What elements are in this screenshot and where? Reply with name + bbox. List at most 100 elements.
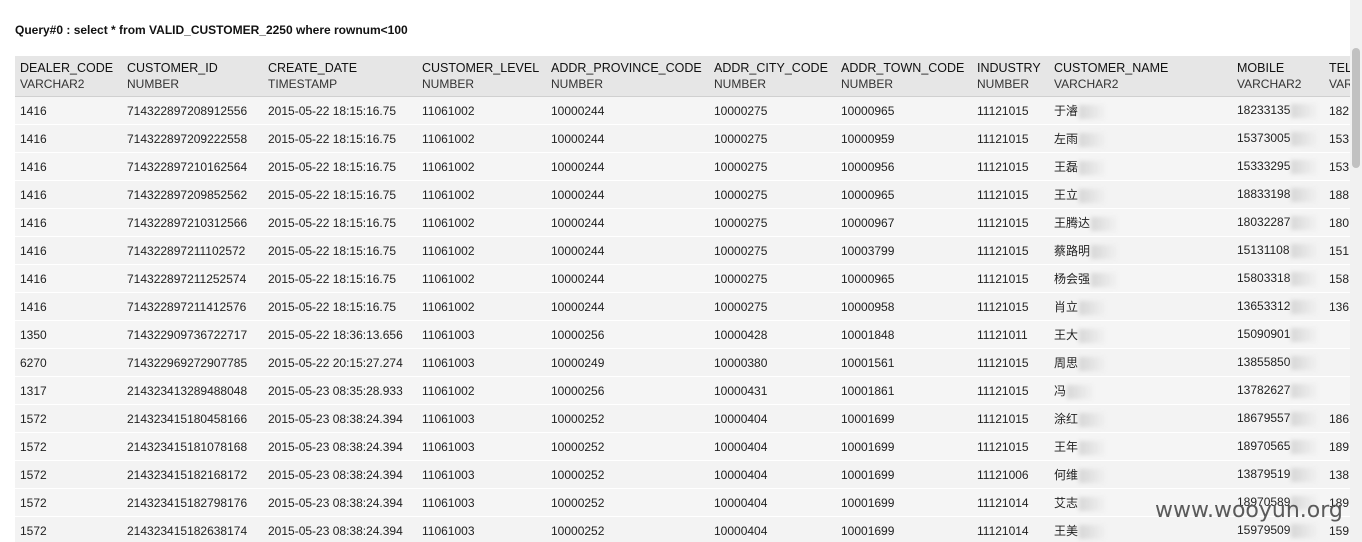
table-cell: 10000431 [709, 376, 836, 405]
redaction-blur [1079, 104, 1106, 119]
table-cell: 136 [1324, 292, 1350, 321]
cell-value: 153 [1329, 159, 1350, 174]
column-header[interactable]: INDUSTRY NUMBER [972, 56, 1049, 97]
table-row[interactable]: 1572 214323415180458166 2015-05-23 08:38:2… [15, 404, 1350, 433]
table-cell: 15373005 [1232, 124, 1324, 153]
table-cell: 10000404 [709, 460, 836, 489]
table-cell: 11061003 [417, 432, 546, 461]
table-cell: 714322897210162564 [122, 152, 263, 181]
column-name: TEL [1329, 61, 1350, 75]
table-row[interactable]: 1416 714322897210312566 2015-05-22 18:15:1… [15, 208, 1350, 237]
table-row[interactable]: 1572 214323415182638174 2015-05-23 08:38:2… [15, 516, 1350, 542]
cell-value: 1416 [20, 187, 47, 202]
column-header[interactable]: ADDR_TOWN_CODE NUMBER [836, 56, 972, 97]
column-header[interactable]: CUSTOMER_LEVEL NUMBER [417, 56, 546, 97]
scrollbar-thumb[interactable] [1352, 48, 1360, 168]
cell-value: 11061003 [422, 439, 475, 454]
table-cell: 11121014 [972, 516, 1049, 542]
table-cell: 11061003 [417, 516, 546, 542]
cell-value: 6270 [20, 355, 47, 370]
redaction-blur [1079, 524, 1106, 539]
cell-value: 10000256 [551, 383, 605, 398]
cell-value: 18233135 [1237, 103, 1291, 118]
cell-value: 2015-05-22 18:15:16.75 [268, 103, 397, 118]
cell-value: 10000252 [551, 523, 605, 538]
table-cell: 10000275 [709, 180, 836, 209]
table-cell: 2015-05-22 18:15:16.75 [263, 236, 417, 265]
table-cell: 2015-05-23 08:38:24.394 [263, 404, 417, 433]
table-row[interactable]: 1416 714322897211412576 2015-05-22 18:15:1… [15, 292, 1350, 321]
cell-value: 10000244 [551, 299, 605, 314]
table-row[interactable]: 1572 214323415182798176 2015-05-23 08:38:2… [15, 488, 1350, 517]
table-cell: 11121015 [972, 124, 1049, 153]
table-row[interactable]: 1317 214323413289488048 2015-05-23 08:35:2… [15, 376, 1350, 405]
vertical-scrollbar[interactable] [1350, 0, 1362, 542]
column-type: NUMBER [841, 77, 894, 91]
cell-value: 2015-05-23 08:38:24.394 [268, 411, 403, 426]
table-row[interactable]: 1416 714322897209222558 2015-05-22 18:15:1… [15, 124, 1350, 153]
cell-value: 2015-05-22 18:15:16.75 [268, 187, 397, 202]
table-cell: 11121015 [972, 264, 1049, 293]
table-cell: 10003799 [836, 236, 972, 265]
column-name: MOBILE [1237, 61, 1285, 75]
column-header[interactable]: CREATE_DATE TIMESTAMP [263, 56, 417, 97]
column-header[interactable]: ADDR_PROVINCE_CODE NUMBER [546, 56, 709, 97]
table-cell: 1572 [15, 488, 122, 517]
table-row[interactable]: 6270 714322969272907785 2015-05-22 20:15:2… [15, 348, 1350, 377]
column-header[interactable]: DEALER_CODE VARCHAR2 [15, 56, 122, 97]
table-cell: 10000404 [709, 432, 836, 461]
cell-value: 王腾达 [1054, 216, 1091, 230]
table-cell: 15090901 [1232, 320, 1324, 349]
redaction-blur [1291, 131, 1318, 146]
table-row[interactable]: 1416 714322897209852562 2015-05-22 18:15:1… [15, 180, 1350, 209]
table-cell: 2015-05-22 20:15:27.274 [263, 348, 417, 377]
result-table: DEALER_CODE VARCHAR2 CUSTOMER_ID NUMBER CREA… [15, 56, 1350, 542]
cell-value: 10000275 [714, 159, 768, 174]
table-cell: 1416 [15, 264, 122, 293]
table-row[interactable]: 1416 714322897208912556 2015-05-22 18:15:1… [15, 96, 1350, 125]
column-header[interactable]: TEL VAR [1324, 56, 1350, 97]
cell-value: 10000249 [551, 355, 605, 370]
cell-value: 189 [1329, 439, 1350, 454]
table-row[interactable]: 1416 714322897211102572 2015-05-22 18:15:1… [15, 236, 1350, 265]
cell-value: 左雨 [1054, 132, 1079, 146]
cell-value: 18679557 [1237, 411, 1291, 426]
cell-value: 11061003 [422, 467, 475, 482]
redaction-blur [1291, 299, 1318, 314]
cell-value: 15131108 [1237, 243, 1290, 258]
table-cell: 1416 [15, 236, 122, 265]
table-row[interactable]: 1416 714322897211252574 2015-05-22 18:15:1… [15, 264, 1350, 293]
table-row[interactable]: 1416 714322897210162564 2015-05-22 18:15:1… [15, 152, 1350, 181]
table-cell: 10000404 [709, 404, 836, 433]
cell-value: 11121015 [977, 187, 1029, 202]
column-header[interactable]: CUSTOMER_NAME VARCHAR2 [1049, 56, 1232, 97]
cell-value: 186 [1329, 411, 1350, 426]
cell-value: 11061002 [422, 383, 475, 398]
cell-value: 18032287 [1237, 215, 1291, 230]
table-cell: 10001699 [836, 432, 972, 461]
cell-value: 2015-05-23 08:35:28.933 [268, 383, 403, 398]
table-cell: 10000275 [709, 124, 836, 153]
cell-value: 1416 [20, 131, 47, 146]
column-type: NUMBER [422, 77, 475, 91]
column-header[interactable]: ADDR_CITY_CODE NUMBER [709, 56, 836, 97]
table-cell: 10000959 [836, 124, 972, 153]
table-cell: 214323415182638174 [122, 516, 263, 542]
table-cell: 10000244 [546, 208, 709, 237]
column-header[interactable]: MOBILE VARCHAR2 [1232, 56, 1324, 97]
column-header[interactable]: CUSTOMER_ID NUMBER [122, 56, 263, 97]
table-cell: 2015-05-22 18:15:16.75 [263, 292, 417, 321]
cell-value: 周思 [1054, 356, 1079, 370]
table-cell: 714322897209852562 [122, 180, 263, 209]
cell-value: 714322909736722717 [127, 327, 248, 342]
table-row[interactable]: 1572 214323415182168172 2015-05-23 08:38:2… [15, 460, 1350, 489]
cell-value: 15333295 [1237, 159, 1291, 174]
table-cell: 153 [1324, 124, 1350, 153]
table-cell: 1572 [15, 460, 122, 489]
cell-value: 10001699 [841, 523, 895, 538]
table-cell: 11121015 [972, 152, 1049, 181]
table-row[interactable]: 1350 714322909736722717 2015-05-22 18:36:1… [15, 320, 1350, 349]
cell-value: 王磊 [1054, 160, 1079, 174]
table-row[interactable]: 1572 214323415181078168 2015-05-23 08:38:2… [15, 432, 1350, 461]
cell-value: 蔡路明 [1054, 244, 1091, 258]
